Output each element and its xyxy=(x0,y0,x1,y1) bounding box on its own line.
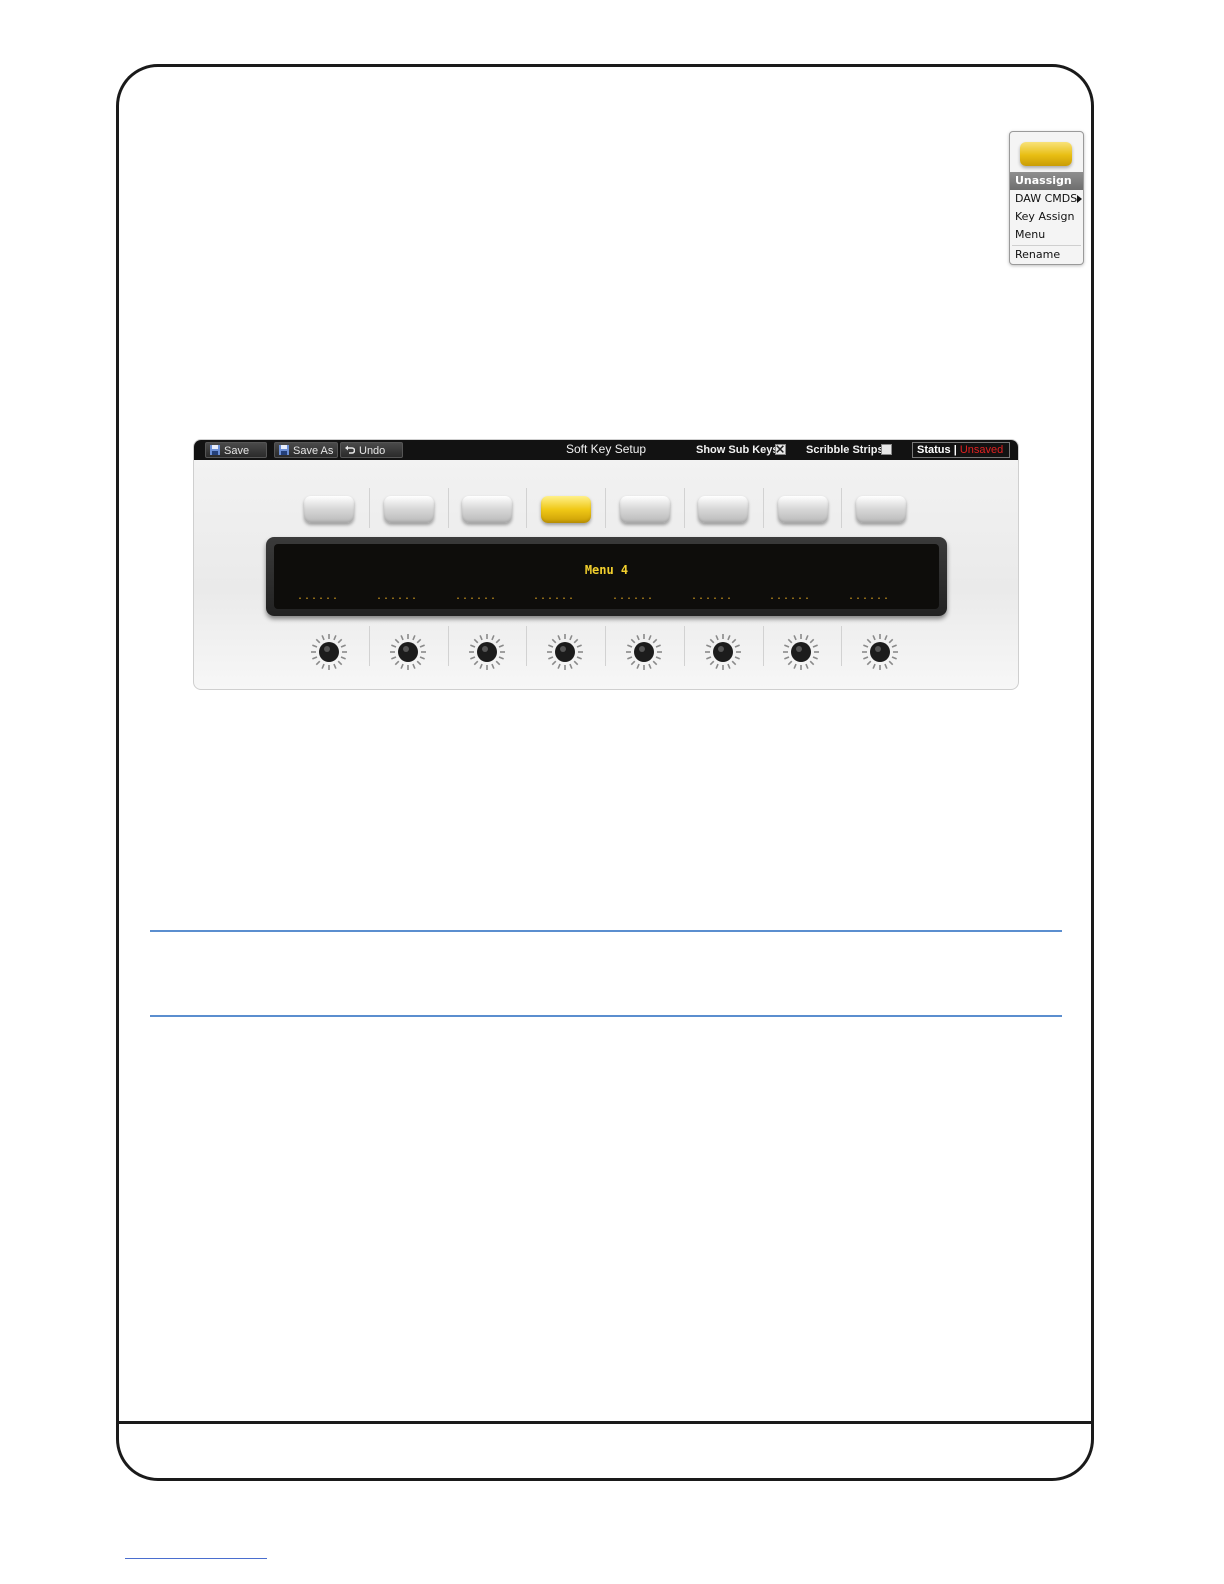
display-slot-3: ...... xyxy=(454,591,498,602)
section-rule-top xyxy=(150,930,1062,932)
knob-divider xyxy=(684,626,685,666)
soft-key-8[interactable] xyxy=(856,496,906,523)
soft-key-6[interactable] xyxy=(698,496,748,523)
soft-key-setup-panel: Save Save As Undo Soft Key Setup Show Su… xyxy=(193,439,1019,690)
footer-link-underline xyxy=(125,1558,267,1559)
rotary-knob-2[interactable] xyxy=(388,632,428,672)
display-menu-title: Menu 4 xyxy=(584,563,629,577)
scribble-strips-checkbox[interactable] xyxy=(881,444,892,455)
toolbar: Save Save As Undo Soft Key Setup Show Su… xyxy=(194,440,1018,460)
knob-divider xyxy=(369,626,370,666)
page-frame xyxy=(116,64,1094,1481)
rotary-knob-8[interactable] xyxy=(860,632,900,672)
menu-item-label: DAW CMDS xyxy=(1015,192,1078,205)
display-slot-1: ...... xyxy=(296,591,340,602)
display-slot-7: ...... xyxy=(768,591,812,602)
status-value: Unsaved xyxy=(959,444,1004,456)
save-as-button[interactable]: Save As xyxy=(274,442,338,458)
panel-title: Soft Key Setup xyxy=(566,442,647,456)
key-divider xyxy=(605,488,606,528)
key-divider xyxy=(841,488,842,528)
knob-divider xyxy=(448,626,449,666)
save-label: Save xyxy=(224,445,250,457)
display-slot-4: ...... xyxy=(532,591,576,602)
scribble-strip-display: Menu 4 ...... ...... ...... ...... .....… xyxy=(266,537,947,616)
undo-label: Undo xyxy=(359,445,386,457)
soft-key-2[interactable] xyxy=(384,496,434,523)
knob-divider xyxy=(605,626,606,666)
context-menu-key-preview xyxy=(1020,142,1072,166)
menu-item-menu[interactable]: Menu xyxy=(1010,226,1083,244)
menu-item-label: Key Assign xyxy=(1015,210,1075,223)
display-screen: Menu 4 ...... ...... ...... ...... .....… xyxy=(274,544,939,609)
knob-divider xyxy=(526,626,527,666)
submenu-arrow-icon xyxy=(1077,195,1082,203)
soft-key-5[interactable] xyxy=(620,496,670,523)
knob-divider xyxy=(763,626,764,666)
menu-item-unassign[interactable]: Unassign xyxy=(1010,172,1083,190)
soft-key-7[interactable] xyxy=(778,496,828,523)
undo-arrow-icon xyxy=(345,445,355,454)
menu-item-label: Unassign xyxy=(1015,174,1072,187)
menu-item-rename[interactable]: Rename xyxy=(1010,246,1083,264)
key-divider xyxy=(526,488,527,528)
display-slot-6: ...... xyxy=(690,591,734,602)
key-divider xyxy=(369,488,370,528)
key-divider xyxy=(684,488,685,528)
save-as-label: Save As xyxy=(293,445,334,457)
undo-button[interactable]: Undo xyxy=(340,442,403,458)
rotary-knob-7[interactable] xyxy=(781,632,821,672)
save-button[interactable]: Save xyxy=(205,442,267,458)
rotary-knob-5[interactable] xyxy=(624,632,664,672)
menu-item-label: Rename xyxy=(1015,248,1061,261)
menu-item-label: Menu xyxy=(1015,228,1046,241)
show-sub-keys-label: Show Sub Keys xyxy=(696,444,779,456)
knob-divider xyxy=(841,626,842,666)
status-separator: | xyxy=(953,444,957,456)
show-sub-keys-checkbox[interactable] xyxy=(775,444,786,455)
key-divider xyxy=(448,488,449,528)
menu-item-daw-cmds[interactable]: DAW CMDS xyxy=(1010,190,1083,208)
rotary-knob-3[interactable] xyxy=(467,632,507,672)
display-slot-8: ...... xyxy=(847,591,891,602)
check-x-icon xyxy=(776,445,784,453)
section-rule-bottom xyxy=(150,1015,1062,1017)
menu-item-key-assign[interactable]: Key Assign xyxy=(1010,208,1083,226)
soft-key-3[interactable] xyxy=(462,496,512,523)
display-slot-2: ...... xyxy=(375,591,419,602)
key-divider xyxy=(763,488,764,528)
status-indicator: Status | Unsaved xyxy=(912,442,1010,458)
footer-divider xyxy=(116,1421,1094,1424)
scribble-strips-label: Scribble Strips xyxy=(806,444,884,456)
soft-key-context-menu: Unassign DAW CMDS Key Assign Menu Rename xyxy=(1009,131,1084,265)
soft-key-1[interactable] xyxy=(304,496,354,523)
rotary-knob-6[interactable] xyxy=(703,632,743,672)
floppy-disk-icon xyxy=(210,445,220,455)
rotary-knob-4[interactable] xyxy=(545,632,585,672)
rotary-knob-1[interactable] xyxy=(309,632,349,672)
soft-key-4[interactable] xyxy=(541,496,591,523)
display-slot-5: ...... xyxy=(611,591,655,602)
floppy-disk-pencil-icon xyxy=(279,445,289,455)
status-label: Status xyxy=(917,444,951,456)
